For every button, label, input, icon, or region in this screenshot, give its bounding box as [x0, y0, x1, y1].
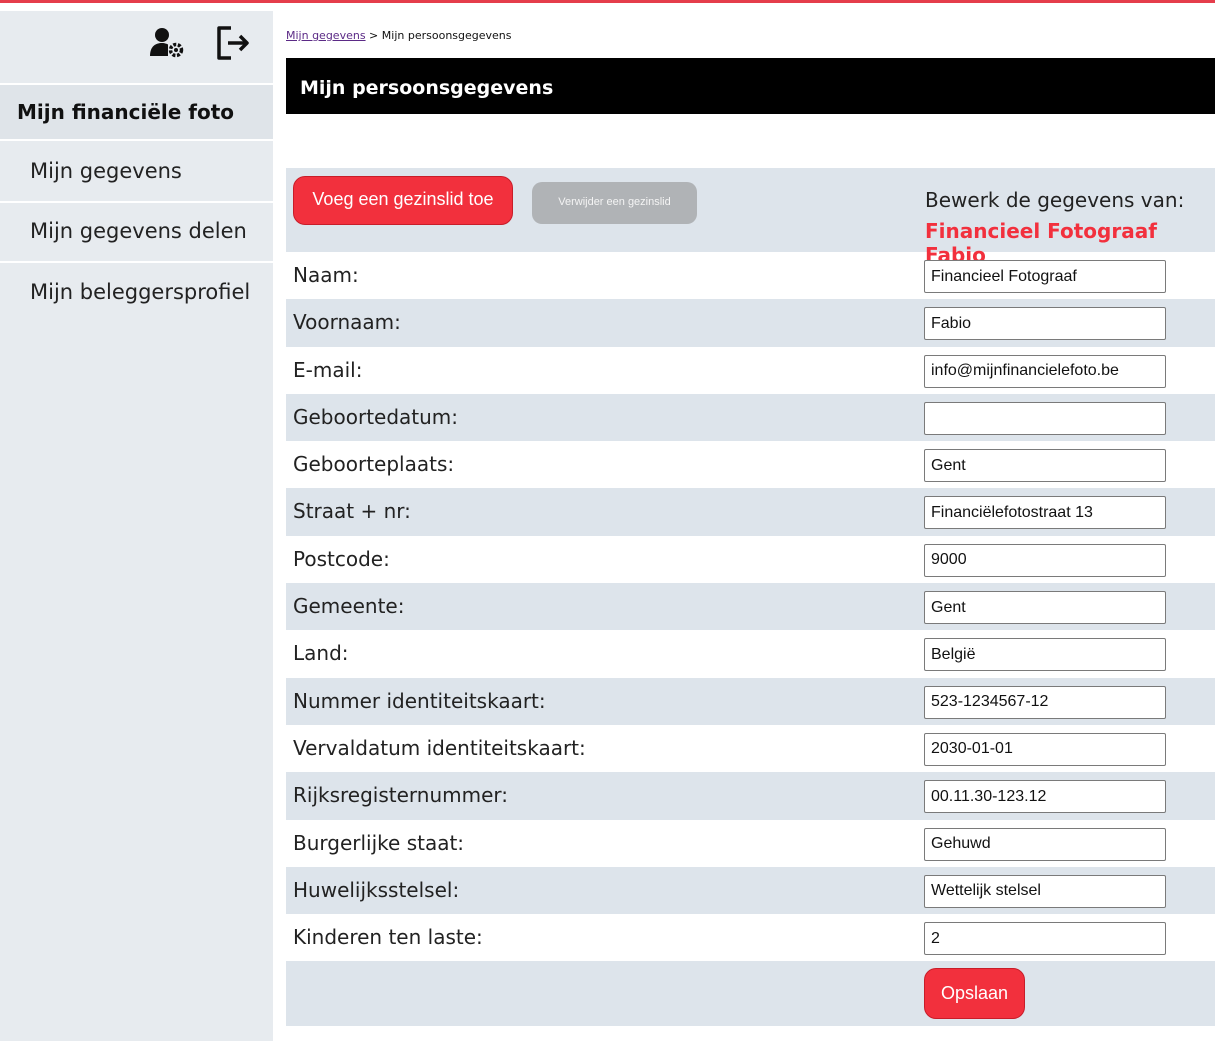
form-row: Straat + nr:	[286, 488, 1215, 536]
form-row: Nummer identiteitskaart:	[286, 677, 1215, 725]
form-row: Huwelijksstelsel:	[286, 866, 1215, 915]
field-input[interactable]	[924, 591, 1166, 625]
field-input[interactable]	[924, 260, 1166, 293]
sidebar-icons	[149, 25, 251, 61]
field-label: Burgerlijke staat:	[293, 830, 465, 855]
form-row: Kinderen ten laste:	[286, 914, 1215, 961]
form-row: Voornaam:	[286, 299, 1215, 347]
sidebar-item-beleggersprofiel[interactable]: Mijn beleggersprofiel	[0, 264, 273, 324]
form-row: E-mail:	[286, 347, 1215, 394]
field-input[interactable]	[924, 780, 1166, 814]
breadcrumb-link[interactable]: Mijn gegevens	[286, 29, 366, 42]
form-row: Geboortedatum:	[286, 393, 1215, 442]
field-label: Vervaldatum identiteitskaart:	[293, 735, 586, 760]
field-label: Straat + nr:	[293, 499, 411, 524]
field-label: Kinderen ten laste:	[293, 925, 483, 950]
form-row: Rijksregisternummer:	[286, 772, 1215, 820]
sidebar-item-gegevens-delen[interactable]: Mijn gegevens delen	[0, 203, 273, 263]
field-label: Nummer identiteitskaart:	[293, 688, 546, 713]
field-input[interactable]	[924, 354, 1166, 388]
user-settings-icon[interactable]	[149, 25, 185, 61]
breadcrumb: Mijn gegevens > Mijn persoonsgegevens	[286, 29, 512, 42]
form-row: Naam:	[286, 252, 1215, 299]
sidebar: Mijn financiële foto Mijn gegevens Mijn …	[0, 11, 273, 1041]
personal-data-form: Voeg een gezinslid toe Verwijder een gez…	[286, 168, 1215, 1027]
field-input[interactable]	[924, 638, 1166, 672]
field-input[interactable]	[924, 401, 1166, 435]
add-family-member-button[interactable]: Voeg een gezinslid toe	[293, 176, 513, 225]
field-label: Land:	[293, 641, 349, 666]
logout-icon[interactable]	[215, 25, 251, 61]
field-input[interactable]	[924, 685, 1166, 719]
form-row: Land:	[286, 630, 1215, 677]
field-label: Gemeente:	[293, 594, 405, 619]
field-label: E-mail:	[293, 357, 363, 382]
form-row: Vervaldatum identiteitskaart:	[286, 725, 1215, 772]
field-input[interactable]	[924, 827, 1166, 861]
form-row: Gemeente:	[286, 583, 1215, 631]
remove-family-member-button[interactable]: Verwijder een gezinslid	[532, 182, 697, 224]
field-label: Voornaam:	[293, 310, 401, 335]
breadcrumb-separator: >	[365, 29, 382, 42]
edit-for-label: Bewerk de gegevens van:	[925, 188, 1185, 212]
breadcrumb-current: Mijn persoonsgegevens	[381, 29, 512, 42]
field-label: Huwelijksstelsel:	[293, 877, 460, 902]
field-label: Naam:	[293, 263, 359, 287]
field-label: Geboortedatum:	[293, 404, 459, 429]
save-row: Opslaan	[286, 961, 1215, 1027]
form-row: Burgerlijke staat:	[286, 820, 1215, 867]
field-input[interactable]	[924, 874, 1166, 908]
top-accent-line	[0, 0, 1215, 3]
page-title: Mijn persoonsgegevens	[286, 58, 1215, 114]
field-input[interactable]	[924, 543, 1166, 577]
field-input[interactable]	[924, 307, 1166, 341]
form-row: Geboorteplaats:	[286, 441, 1215, 488]
save-button[interactable]: Opslaan	[924, 968, 1025, 1020]
sidebar-title[interactable]: Mijn financiële foto	[0, 83, 273, 141]
field-input[interactable]	[924, 732, 1166, 766]
field-input[interactable]	[924, 922, 1166, 956]
form-row: Postcode:	[286, 536, 1215, 583]
field-label: Rijksregisternummer:	[293, 783, 509, 808]
field-label: Postcode:	[293, 546, 390, 571]
field-input[interactable]	[924, 449, 1166, 483]
field-label: Geboorteplaats:	[293, 452, 455, 477]
sidebar-item-mijn-gegevens[interactable]: Mijn gegevens	[0, 143, 273, 203]
field-input[interactable]	[924, 496, 1166, 530]
form-toolbar: Voeg een gezinslid toe Verwijder een gez…	[286, 168, 1215, 267]
